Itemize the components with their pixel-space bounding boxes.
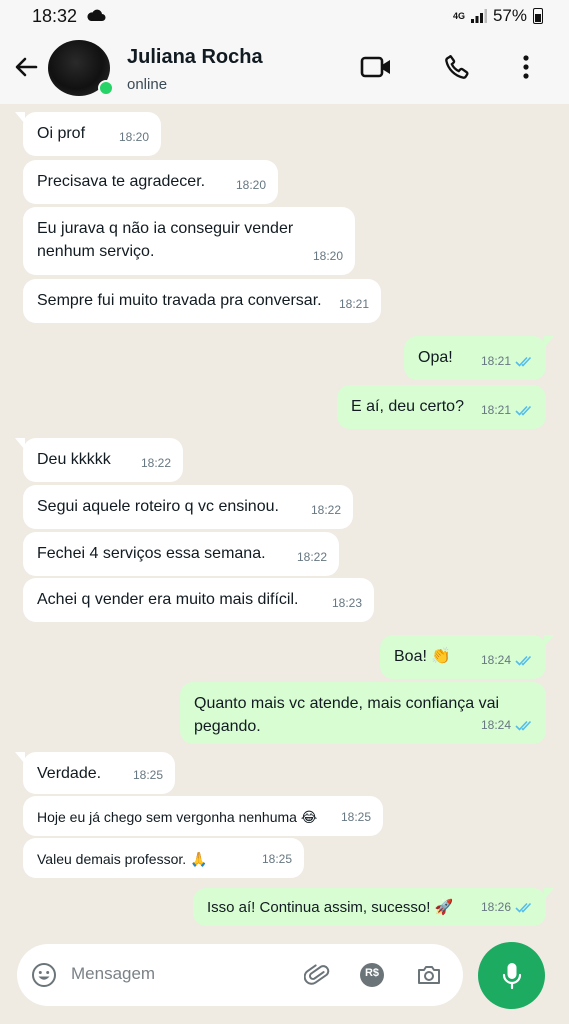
message-text: Achei q vender era muito mais difícil. [37,591,299,608]
back-button[interactable] [12,52,40,82]
message-time: 18:20 [118,130,149,144]
read-ticks-icon [515,902,532,913]
message-incoming[interactable]: Hoje eu já chego sem vergonha nenhuma 😂 … [23,796,383,836]
chat-messages[interactable]: Oi prof 18:20 Precisava te agradecer. 18… [0,104,569,940]
message-time: 18:22 [140,456,171,470]
read-ticks-icon [515,655,532,666]
online-indicator [98,80,114,96]
status-bar: 18:32 4G 57% [0,0,569,32]
message-time: 18:25 [261,852,292,866]
cloud-icon [87,9,106,21]
status-indicators: 4G 57% [453,6,543,26]
message-time: 18:24 [480,718,511,732]
phone-icon [445,55,469,79]
message-time: 18:25 [340,810,371,824]
message-text: Valeu demais professor. 🙏 [37,851,208,867]
message-time: 18:23 [331,596,362,610]
emoji-icon [32,963,56,987]
video-call-icon [360,56,390,78]
message-outgoing[interactable]: Isso aí! Continua assim, sucesso! 🚀 18:2… [193,888,554,926]
more-vert-icon [523,55,529,79]
voice-call-button[interactable] [440,52,474,82]
back-arrow-icon [15,57,38,77]
status-time: 18:32 [32,6,78,26]
message-incoming[interactable]: Segui aquele roteiro q vc ensinou. 18:22 [23,485,353,529]
pix-payment-button[interactable]: R$ [358,961,386,989]
message-time: 18:25 [132,768,163,782]
contact-name[interactable]: Juliana Rocha [127,46,263,69]
message-composer: Mensagem R$ [17,944,463,1006]
message-text: Hoje eu já chego sem vergonha nenhuma 😂 [37,809,318,825]
message-incoming[interactable]: Valeu demais professor. 🙏 18:25 [23,838,304,878]
read-ticks-icon [515,356,532,367]
message-time: 18:21 [480,403,511,417]
battery-percent: 57% [492,6,527,25]
message-input[interactable]: Mensagem [71,964,155,984]
camera-button[interactable] [415,961,443,989]
network-type: 4G [452,10,465,21]
emoji-button[interactable] [30,961,58,989]
message-text: Precisava te agradecer. [37,173,206,190]
message-time: 18:24 [480,653,511,667]
battery-icon [533,8,543,24]
message-outgoing[interactable]: Opa! 18:21 [404,336,554,380]
message-time: 18:21 [338,297,369,311]
message-incoming[interactable]: Deu kkkkk 18:22 [15,438,183,482]
message-time: 18:22 [296,550,327,564]
contact-status: online [127,76,168,93]
camera-icon [418,966,440,984]
message-time: 18:26 [480,900,511,914]
message-incoming[interactable]: Precisava te agradecer. 18:20 [23,160,278,204]
message-outgoing[interactable]: Boa! 👏 18:24 [380,635,554,679]
message-time: 18:20 [312,249,343,263]
message-text: Quanto mais vc atende, mais confiança va… [194,695,500,735]
attach-button[interactable] [303,961,331,989]
message-text: Sempre fui muito travada pra conversar. [37,292,322,309]
chat-header: Juliana Rocha online [0,32,569,104]
attach-icon [304,964,330,985]
mic-icon [502,962,521,989]
message-text: Fechei 4 serviços essa semana. [37,545,266,562]
message-outgoing[interactable]: Quanto mais vc atende, mais confiança va… [180,682,546,744]
message-text: Segui aquele roteiro q vc ensinou. [37,498,279,515]
message-time: 18:22 [310,503,341,517]
message-incoming[interactable]: Verdade. 18:25 [15,752,175,794]
voice-message-button[interactable] [478,942,545,1009]
more-options-button[interactable] [509,52,543,82]
read-ticks-icon [515,405,532,416]
message-time: 18:20 [235,178,266,192]
signal-icon [470,9,487,23]
message-incoming[interactable]: Oi prof 18:20 [15,112,161,156]
message-incoming[interactable]: Achei q vender era muito mais difícil. 1… [23,578,374,622]
message-incoming[interactable]: Eu jurava q não ia conseguir vender nenh… [23,207,355,275]
message-incoming[interactable]: Sempre fui muito travada pra conversar. … [23,279,381,323]
video-call-button[interactable] [359,52,393,82]
message-text: Eu jurava q não ia conseguir vender nenh… [37,220,294,260]
read-ticks-icon [515,720,532,731]
message-outgoing[interactable]: E aí, deu certo? 18:21 [337,385,546,429]
message-time: 18:21 [480,354,511,368]
pix-label: R$ [364,967,380,979]
message-incoming[interactable]: Fechei 4 serviços essa semana. 18:22 [23,532,339,576]
